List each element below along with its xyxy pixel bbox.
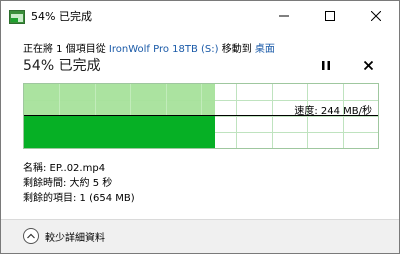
transfer-speed-graph: 速度: 244 MB/秒 xyxy=(23,83,379,149)
fewer-details-label: 較少詳細資料 xyxy=(45,232,105,244)
speed-area xyxy=(24,115,215,148)
footer-divider xyxy=(1,219,399,220)
source-link[interactable]: IronWolf Pro 18TB (S:) xyxy=(109,44,219,55)
progress-percent-title: 54% 已完成 xyxy=(23,58,101,74)
destination-link[interactable]: 桌面 xyxy=(255,44,275,55)
status-prefix: 正在將 1 個項目從 xyxy=(23,44,109,55)
close-icon xyxy=(371,11,381,21)
minimize-button[interactable] xyxy=(261,1,307,31)
items-remaining-line: 剩餘的項目: 1 (654 MB) xyxy=(23,193,135,204)
pause-button[interactable] xyxy=(319,57,333,71)
close-button[interactable] xyxy=(353,1,399,31)
chevron-up-icon xyxy=(23,228,39,244)
status-middle: 移動到 xyxy=(218,44,255,55)
copy-progress-window: 54% 已完成 正在將 1 個項目從 IronWolf Pro 18TB (S:… xyxy=(0,0,400,254)
title-bar[interactable]: 54% 已完成 xyxy=(1,1,399,31)
time-remaining-line: 剩餘時間: 大約 5 秒 xyxy=(23,178,113,189)
fewer-details-toggle[interactable]: 較少詳細資料 xyxy=(23,227,105,245)
maximize-icon xyxy=(325,11,335,21)
cancel-button[interactable] xyxy=(361,57,375,71)
window-title: 54% 已完成 xyxy=(31,10,92,23)
maximize-button[interactable] xyxy=(307,1,353,31)
speed-label: 速度: 244 MB/秒 xyxy=(294,106,372,117)
cancel-icon xyxy=(363,55,373,74)
transfer-status-line: 正在將 1 個項目從 IronWolf Pro 18TB (S:) 移動到 桌面 xyxy=(23,40,275,55)
minimize-icon xyxy=(279,11,289,21)
copy-dialog-icon xyxy=(9,9,25,24)
pause-icon xyxy=(322,55,330,74)
file-name-line: 名稱: EP..02.mp4 xyxy=(23,163,106,174)
